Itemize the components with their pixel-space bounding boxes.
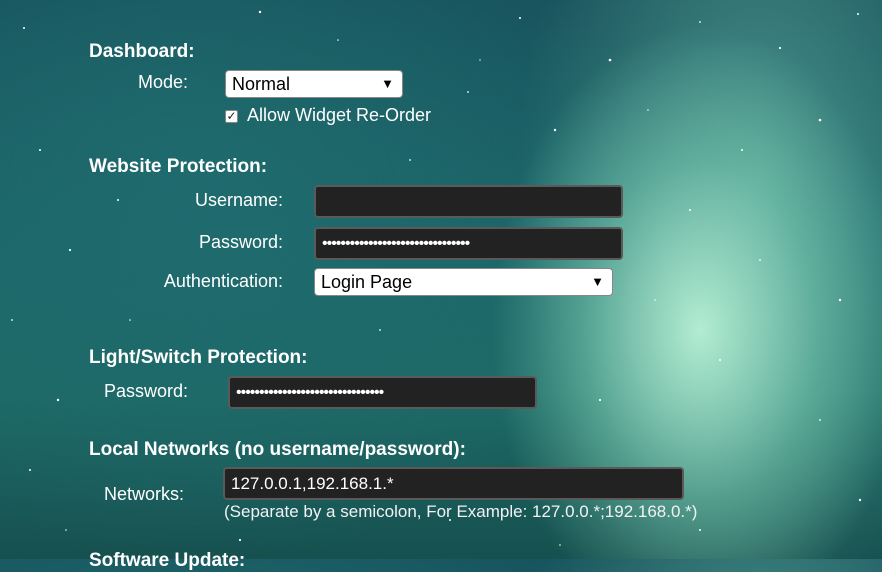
authentication-select[interactable]: Login Page ▼ <box>314 268 613 296</box>
checkmark-icon: ✓ <box>226 109 237 123</box>
light-switch-password-label: Password: <box>104 381 189 401</box>
networks-hint: (Separate by a semicolon, For Example: 1… <box>224 502 698 521</box>
password-input[interactable]: •••••••••••••••••••••••••••••••• <box>314 227 623 260</box>
authentication-select-value: Login Page <box>321 272 413 292</box>
chevron-down-icon: ▼ <box>591 274 604 289</box>
allow-reorder-label: Allow Widget Re-Order <box>247 105 432 125</box>
mode-select-value: Normal <box>232 74 291 94</box>
local-networks-heading: Local Networks (no username/password): <box>89 439 466 460</box>
authentication-label: Authentication: <box>163 271 283 291</box>
light-switch-protection-heading: Light/Switch Protection: <box>89 347 308 368</box>
software-update-heading: Software Update: <box>89 550 246 571</box>
chevron-down-icon: ▼ <box>381 76 394 91</box>
allow-reorder-checkbox[interactable]: ✓ <box>225 110 238 123</box>
settings-panel: Dashboard: Mode: Normal ▼ ✓ Allow Widget… <box>0 0 882 571</box>
username-label: Username: <box>194 190 283 210</box>
light-switch-password-input[interactable]: •••••••••••••••••••••••••••••••• <box>228 376 537 409</box>
networks-label: Networks: <box>104 484 185 504</box>
password-label: Password: <box>198 232 283 252</box>
mode-label: Mode: <box>138 72 189 92</box>
username-input[interactable] <box>314 185 623 218</box>
website-protection-heading: Website Protection: <box>89 156 268 177</box>
networks-input[interactable] <box>223 467 684 500</box>
dashboard-heading: Dashboard: <box>89 41 195 62</box>
mode-select[interactable]: Normal ▼ <box>225 70 403 98</box>
